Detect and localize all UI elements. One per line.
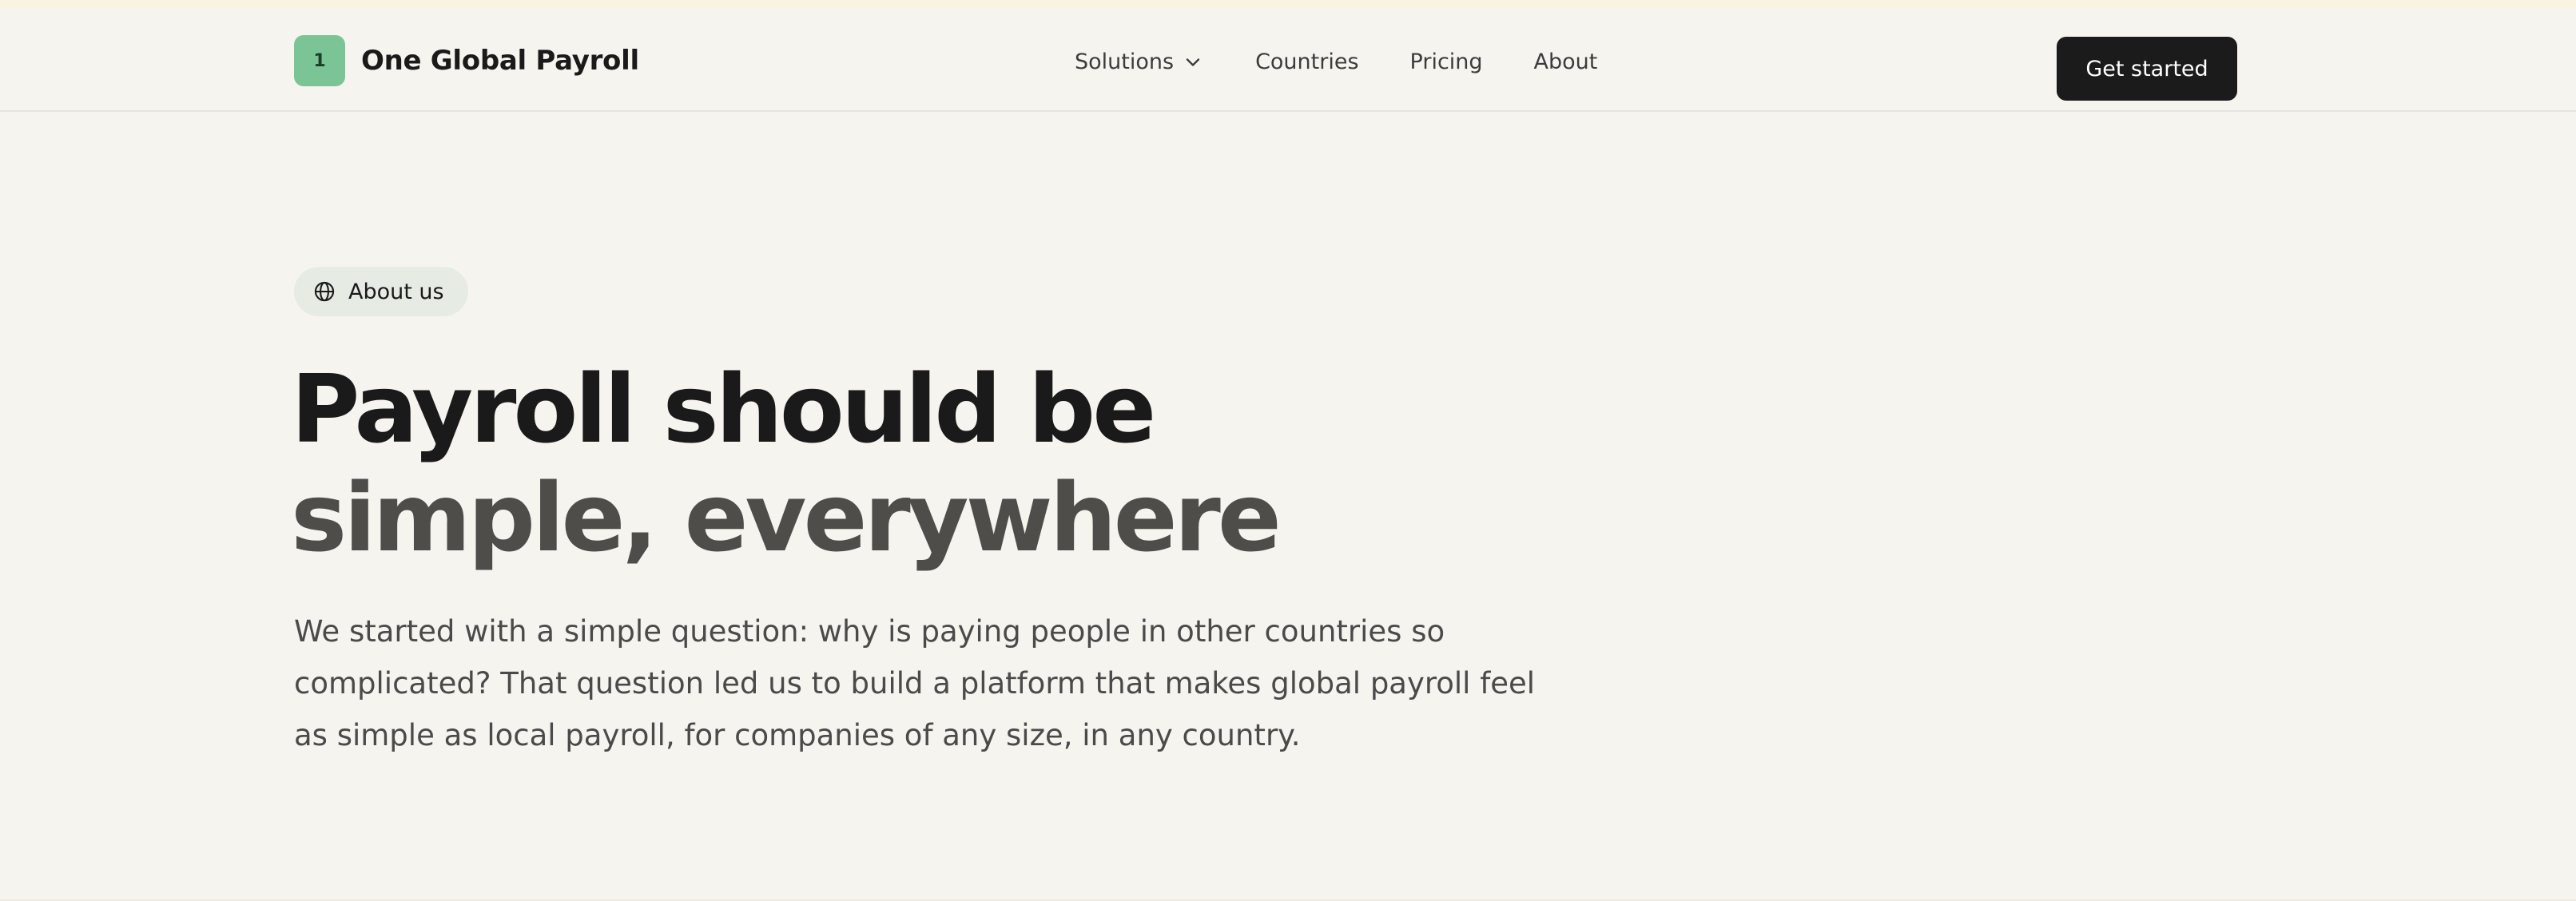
main-nav: Solutions Countries Pricing About <box>1075 46 1597 78</box>
top-accent-strip <box>0 0 2576 8</box>
logo-icon[interactable]: 1 <box>294 35 345 86</box>
get-started-button[interactable]: Get started <box>2057 37 2237 101</box>
intro-paragraph: We started with a simple question: why i… <box>294 614 1536 752</box>
globe-icon <box>314 281 335 302</box>
nav-item-countries[interactable]: Countries <box>1255 46 1358 78</box>
nav-item-label: Solutions <box>1075 50 1175 74</box>
site-header: 1 One Global Payroll Solutions Countries… <box>0 8 2576 112</box>
headline-line-1: Payroll should be <box>291 354 1156 464</box>
nav-item-about[interactable]: About <box>1534 46 1598 78</box>
logo-text: 1 <box>313 50 326 71</box>
chevron-down-icon <box>1186 58 1200 66</box>
headline-line-2: simple, everywhere <box>291 462 1282 573</box>
nav-item-pricing[interactable]: Pricing <box>1410 46 1483 78</box>
brand-name[interactable]: One Global Payroll <box>361 43 639 78</box>
page-title: Payroll should be simple, everywhere <box>291 355 1569 572</box>
badge-label: About us <box>348 279 444 304</box>
about-us-badge: About us <box>294 267 468 316</box>
nav-item-solutions[interactable]: Solutions <box>1075 46 1204 78</box>
